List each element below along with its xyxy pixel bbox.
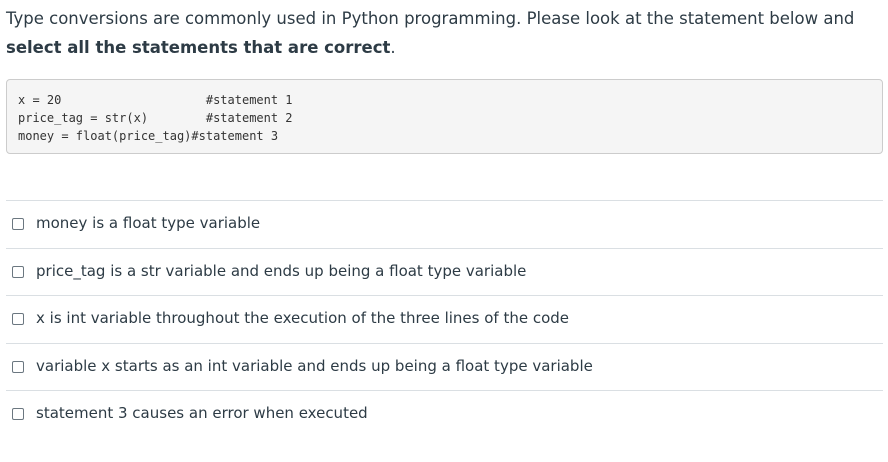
- code-line: x = 20 #statement 1: [18, 93, 293, 107]
- answer-label[interactable]: price_tag is a str variable and ends up …: [36, 261, 526, 281]
- answer-label[interactable]: variable x starts as an int variable and…: [36, 356, 593, 376]
- code-line: price_tag = str(x) #statement 2: [18, 111, 293, 125]
- answer-option-5[interactable]: statement 3 causes an error when execute…: [6, 390, 883, 438]
- answer-option-1[interactable]: money is a float type variable: [6, 200, 883, 248]
- question-text-emphasis: select all the statements that are corre…: [6, 38, 391, 57]
- checkbox-icon[interactable]: [12, 218, 24, 230]
- answer-label[interactable]: money is a float type variable: [36, 213, 260, 233]
- checkbox-icon[interactable]: [12, 313, 24, 325]
- answer-option-3[interactable]: x is int variable throughout the executi…: [6, 295, 883, 343]
- answer-label[interactable]: statement 3 causes an error when execute…: [36, 403, 368, 423]
- code-line: money = float(price_tag)#statement 3: [18, 129, 279, 143]
- answer-option-4[interactable]: variable x starts as an int variable and…: [6, 342, 883, 391]
- checkbox-icon[interactable]: [12, 265, 24, 278]
- answer-option-2[interactable]: price_tag is a str variable and ends up …: [6, 247, 883, 296]
- code-block: x = 20 #statement 1 price_tag = str(x) #…: [6, 79, 883, 154]
- question-text-end: .: [390, 38, 396, 57]
- checkbox-icon[interactable]: [12, 360, 24, 373]
- checkbox-icon[interactable]: [12, 408, 24, 420]
- answer-label[interactable]: x is int variable throughout the executi…: [36, 308, 569, 328]
- question-text-intro: Type conversions are commonly used in Py…: [6, 9, 855, 28]
- question-text: Type conversions are commonly used in Py…: [6, 4, 876, 62]
- code-listing: x = 20 #statement 1 price_tag = str(x) #…: [18, 91, 293, 145]
- answer-list: money is a float type variable price_tag…: [6, 200, 883, 438]
